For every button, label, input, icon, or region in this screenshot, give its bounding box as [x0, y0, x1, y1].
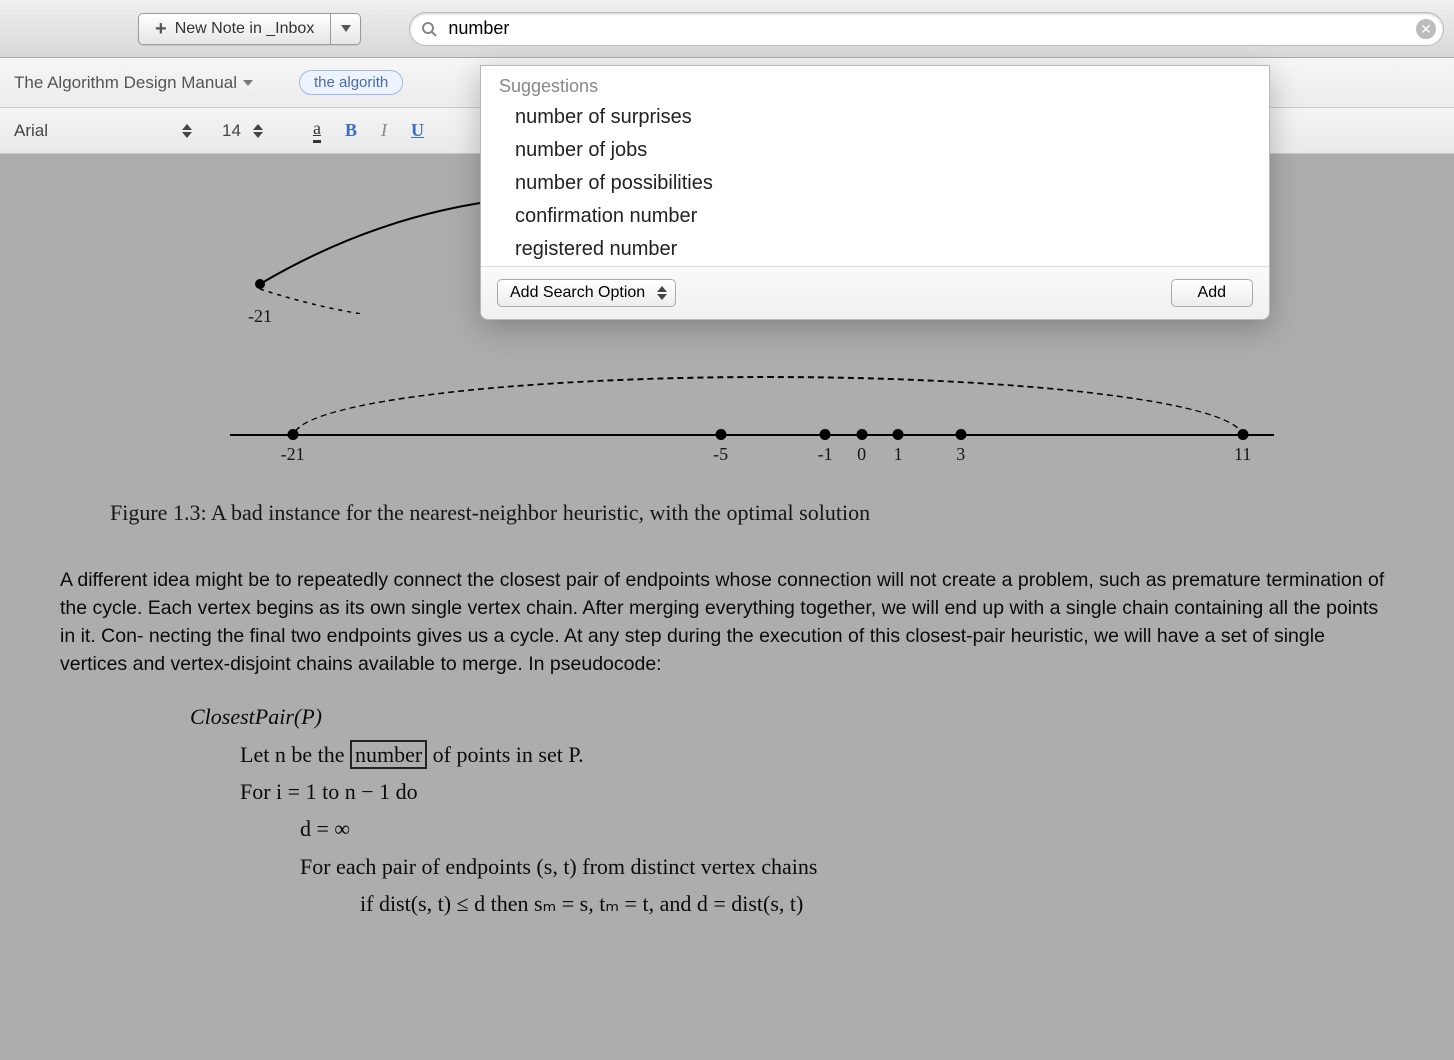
new-note-label: New Note in _Inbox — [175, 20, 315, 38]
search-suggestions-panel: Suggestions number of surprisesnumber of… — [480, 65, 1270, 320]
stepper-icon — [182, 124, 192, 138]
stepper-icon — [657, 286, 667, 300]
stepper-icon — [253, 124, 263, 138]
bold-button[interactable]: B — [345, 120, 357, 141]
add-button[interactable]: Add — [1171, 279, 1253, 307]
suggestion-item[interactable]: confirmation number — [481, 200, 1269, 233]
search-input[interactable] — [409, 12, 1444, 46]
select-label: Add Search Option — [510, 284, 645, 302]
italic-button[interactable]: I — [381, 120, 387, 141]
add-search-option-select[interactable]: Add Search Option — [497, 279, 676, 307]
new-note-dropdown[interactable] — [331, 13, 361, 45]
suggestion-item[interactable]: number of possibilities — [481, 167, 1269, 200]
font-name-label: Arial — [14, 121, 48, 141]
suggestions-footer: Add Search Option Add — [481, 266, 1269, 319]
suggestion-item[interactable]: number of jobs — [481, 134, 1269, 167]
clear-search-icon[interactable]: ✕ — [1416, 19, 1436, 39]
search-wrap: ✕ — [409, 12, 1444, 46]
tag-label: the algorith — [314, 74, 388, 91]
notebook-name-label: The Algorithm Design Manual — [14, 73, 237, 93]
tag-pill[interactable]: the algorith — [299, 70, 403, 95]
size-select[interactable]: 14 — [222, 121, 263, 141]
font-select[interactable]: Arial — [14, 121, 192, 141]
plus-icon: + — [155, 19, 167, 39]
search-icon — [421, 21, 437, 37]
underline-button[interactable]: U — [411, 120, 424, 141]
new-note-group: + New Note in _Inbox — [138, 13, 361, 45]
suggestion-item[interactable]: number of surprises — [481, 101, 1269, 134]
suggestion-item[interactable]: registered number — [481, 233, 1269, 266]
font-size-label: 14 — [222, 121, 241, 141]
top-toolbar: + New Note in _Inbox ✕ — [0, 0, 1454, 58]
format-buttons: a B I U — [313, 118, 424, 143]
suggestions-header: Suggestions — [481, 66, 1269, 101]
new-note-button[interactable]: + New Note in _Inbox — [138, 13, 331, 45]
text-color-button[interactable]: a — [313, 118, 321, 143]
chevron-down-icon — [341, 25, 351, 32]
notebook-selector[interactable]: The Algorithm Design Manual — [14, 73, 253, 93]
chevron-down-icon — [243, 80, 253, 86]
